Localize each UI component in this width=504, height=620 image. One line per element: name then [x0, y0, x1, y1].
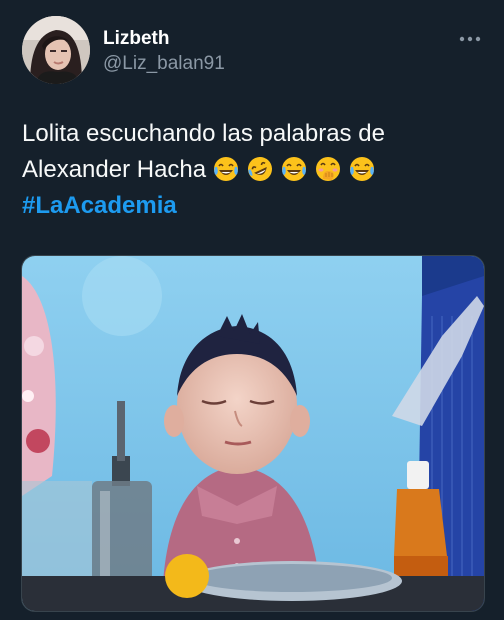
- tweet-text-line-2: Alexander Hacha: [22, 152, 492, 188]
- hashtag-link[interactable]: #LaAcademia: [22, 188, 492, 224]
- emoji-row: [212, 155, 376, 183]
- face-with-hand-over-mouth-icon: [316, 157, 341, 181]
- tweet-media-image[interactable]: [21, 255, 485, 612]
- tweet-text-line-1: Lolita escuchando las palabras de: [22, 120, 385, 147]
- tweet-text: Lolita escuchando las palabras de Alexan…: [22, 116, 492, 224]
- author-name[interactable]: Lizbeth: [103, 28, 170, 50]
- tweet: Lizbeth @Liz_balan91 Lolita escuchando l…: [0, 0, 504, 620]
- face-with-tears-of-joy-icon: [282, 157, 307, 181]
- rolling-on-floor-laughing-icon: [248, 157, 273, 181]
- face-with-tears-of-joy-icon: [214, 157, 239, 181]
- face-with-tears-of-joy-icon: [350, 157, 375, 181]
- avatar[interactable]: [22, 16, 90, 84]
- author-handle[interactable]: @Liz_balan91: [103, 53, 225, 75]
- tweet-text-line-2-text: Alexander Hacha: [22, 156, 207, 183]
- more-button[interactable]: [456, 27, 484, 51]
- more-horizontal-icon: [459, 36, 481, 42]
